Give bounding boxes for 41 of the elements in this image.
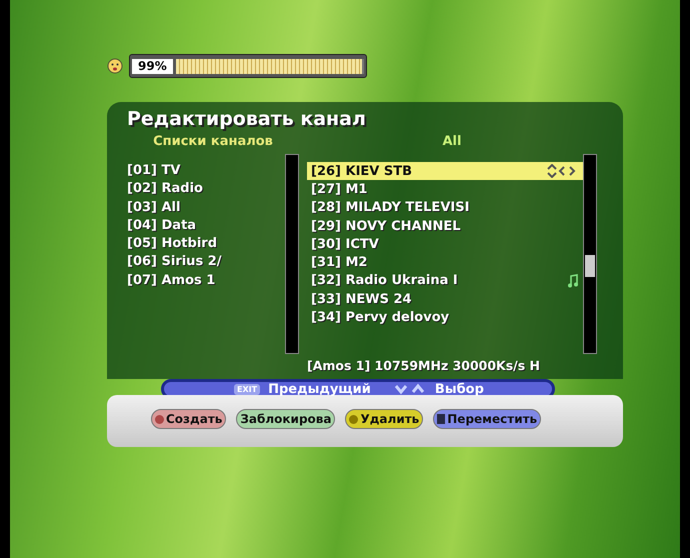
signal-reading: 99% xyxy=(132,58,173,74)
face-icon xyxy=(107,58,123,74)
channel-name: [33] NEWS 24 xyxy=(311,292,413,307)
transponder-info: [Amos 1] 10759MHz 30000Ks/s H xyxy=(307,358,542,373)
channel-name: [34] Pervy delovoy xyxy=(311,310,450,326)
channel-row[interactable]: [28] MILADY TELEVISI xyxy=(307,198,583,217)
channel-list-item[interactable]: [01] TV xyxy=(127,162,285,180)
channel-list-item[interactable]: [07] Amos 1 xyxy=(127,272,285,290)
channel-row[interactable]: [27] M1 xyxy=(307,180,583,199)
channel-row[interactable]: [30] ICTV xyxy=(307,235,583,254)
channel-list-item[interactable]: [05] Hotbird xyxy=(127,235,285,254)
color-key-button[interactable]: Создать xyxy=(151,409,226,429)
channel-row[interactable]: [29] NOVY CHANNEL xyxy=(307,216,583,236)
color-key-button[interactable]: Удалить xyxy=(345,409,424,429)
exit-key-label: EXIT xyxy=(234,384,260,394)
channel-name: [32] Radio Ukraina I xyxy=(311,273,459,288)
channel-list-item[interactable]: [06] Sirius 2/ xyxy=(127,253,285,272)
channel-list-item[interactable]: [04] Data xyxy=(127,216,285,236)
dialog-title: Редактировать канал xyxy=(127,108,367,130)
column-header: Списки каналов xyxy=(152,134,274,151)
channel-row[interactable]: [34] Pervy delovoy xyxy=(307,308,583,327)
channel-row[interactable]: [26] KIEV STB xyxy=(307,162,583,180)
channel-name: [30] ICTV xyxy=(311,236,380,252)
channel-list-item[interactable]: [02] Radio xyxy=(127,180,285,199)
music-note-icon xyxy=(567,274,579,288)
color-key-button[interactable]: Заблокирова xyxy=(236,409,336,429)
scrollbar[interactable] xyxy=(285,154,299,354)
channel-name: [27] M1 xyxy=(311,182,368,197)
scrollbar[interactable] xyxy=(583,154,597,354)
channel-list-item[interactable]: [03] All xyxy=(127,198,285,217)
channel-row[interactable]: [32] Radio Ukraina I xyxy=(307,272,583,290)
channel-name: [26] KIEV STB xyxy=(311,164,414,179)
color-key-button[interactable]: Переместить xyxy=(433,409,542,429)
channel-row[interactable]: [31] M2 xyxy=(307,253,583,272)
channel-name: [29] NOVY CHANNEL xyxy=(311,218,462,234)
channel-row[interactable]: [33] NEWS 24 xyxy=(307,290,583,308)
channel-name: [28] MILADY TELEVISI xyxy=(311,200,470,216)
channel-name: [31] M2 xyxy=(311,255,368,270)
column-header: All xyxy=(442,134,462,151)
help-label: Предыдущий xyxy=(268,382,371,396)
help-label: Выбор xyxy=(434,382,484,396)
